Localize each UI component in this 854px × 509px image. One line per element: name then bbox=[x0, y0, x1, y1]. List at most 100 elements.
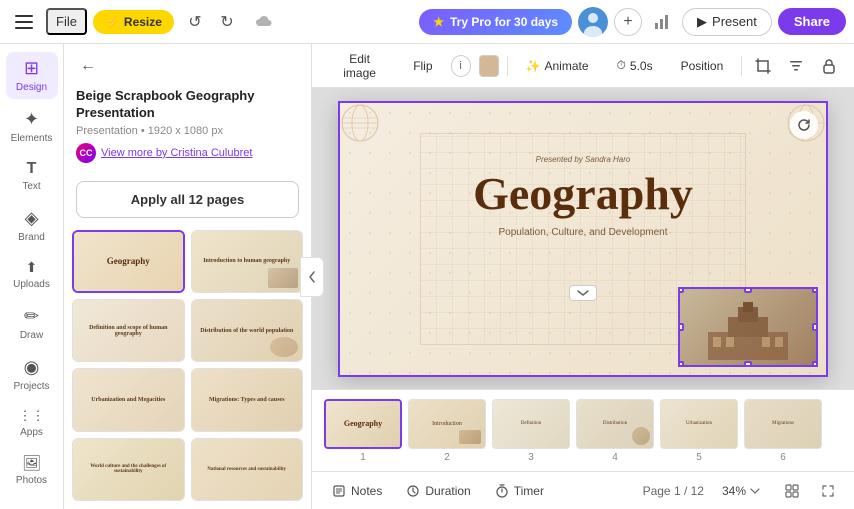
analytics-button[interactable] bbox=[648, 8, 676, 36]
color-swatch[interactable] bbox=[479, 55, 499, 77]
filmstrip-thumb-3[interactable]: Definition bbox=[492, 399, 570, 449]
sidebar-item-uploads[interactable]: ⬆ Uploads bbox=[6, 253, 58, 296]
filmstrip-item-2[interactable]: Introduction 2 bbox=[408, 399, 486, 463]
duration-button[interactable]: ⏱ 5.0s bbox=[607, 53, 663, 78]
user-avatar[interactable] bbox=[578, 7, 608, 37]
sidebar-item-design[interactable]: ⊞ Design bbox=[6, 52, 58, 99]
filmstrip-item-3[interactable]: Definition 3 bbox=[492, 399, 570, 463]
selection-handle-br[interactable] bbox=[812, 361, 818, 367]
selection-handle-r[interactable] bbox=[812, 323, 818, 331]
sidebar-item-elements[interactable]: ✦ Elements bbox=[6, 103, 58, 150]
notes-button[interactable]: Notes bbox=[324, 480, 390, 502]
resize-button[interactable]: ⚡ Resize bbox=[93, 10, 174, 34]
template-info: Beige Scrapbook Geography Presentation P… bbox=[64, 88, 311, 173]
page-info: Page 1 / 12 bbox=[643, 484, 704, 498]
refresh-icon bbox=[797, 118, 811, 132]
sidebar-item-brand[interactable]: ◈ Brand bbox=[6, 202, 58, 249]
panel-back-button[interactable]: ← bbox=[76, 54, 100, 78]
clock-icon: ⏱ bbox=[617, 58, 626, 73]
filmstrip-item-5[interactable]: Urbanization 5 bbox=[660, 399, 738, 463]
projects-icon: ◉ bbox=[24, 357, 40, 378]
main-area: ⊞ Design ✦ Elements T Text ◈ Brand ⬆ Upl… bbox=[0, 44, 854, 509]
crop-button[interactable] bbox=[750, 52, 775, 80]
author-link[interactable]: View more by Cristina Culubret bbox=[101, 147, 252, 159]
template-thumb-6[interactable]: Migrations: Types and causes bbox=[191, 368, 304, 431]
filmstrip-item-1[interactable]: Geography 1 bbox=[324, 399, 402, 463]
filmstrip-thumb-6[interactable]: Migrations bbox=[744, 399, 822, 449]
photos-icon: 🖼 bbox=[22, 454, 41, 472]
menu-button[interactable] bbox=[8, 6, 40, 38]
template-thumbnails: Geography Introduction to human geograph… bbox=[72, 230, 303, 501]
template-thumb-4[interactable]: Distribution of the world population bbox=[191, 299, 304, 362]
filmstrip: Geography 1 Introduction 2 Definition 3 bbox=[312, 389, 854, 471]
toolbar-divider-2 bbox=[741, 56, 742, 76]
flip-button[interactable]: Flip bbox=[403, 54, 442, 78]
brand-icon: ◈ bbox=[25, 208, 39, 229]
grid-view-button[interactable] bbox=[778, 477, 806, 505]
panel-content: Geography Introduction to human geograph… bbox=[64, 226, 311, 509]
template-thumb-3[interactable]: Definition and scope of human geography bbox=[72, 299, 185, 362]
canvas-viewport: 🗑 ⋯ bbox=[312, 88, 854, 389]
filter-button[interactable] bbox=[783, 52, 808, 80]
template-thumb-1[interactable]: Geography bbox=[72, 230, 185, 293]
try-pro-button[interactable]: ★ Try Pro for 30 days bbox=[419, 9, 572, 35]
zoom-level-button[interactable]: 34% bbox=[712, 480, 770, 502]
selected-image-element[interactable] bbox=[678, 287, 818, 367]
info-button[interactable]: i bbox=[451, 55, 471, 77]
filmstrip-thumb-1[interactable]: Geography bbox=[324, 399, 402, 449]
lock-button[interactable] bbox=[817, 52, 842, 80]
selection-handle-t[interactable] bbox=[744, 287, 752, 293]
present-button[interactable]: ▶ Present bbox=[682, 8, 772, 36]
panel-hide-button[interactable] bbox=[300, 257, 324, 297]
sidebar-item-text[interactable]: T Text bbox=[6, 154, 58, 198]
animate-button[interactable]: ✨ Animate bbox=[516, 54, 599, 78]
fullscreen-button[interactable] bbox=[814, 477, 842, 505]
undo-button[interactable]: ↺ bbox=[180, 7, 210, 37]
template-meta: Presentation • 1920 x 1080 px bbox=[76, 125, 299, 137]
sidebar-item-projects[interactable]: ◉ Projects bbox=[6, 351, 58, 398]
timer-button[interactable]: Timer bbox=[487, 480, 552, 502]
canvas-area: Edit image Flip i ✨ Animate ⏱ 5.0s Posit… bbox=[312, 44, 854, 509]
sidebar-item-apps[interactable]: ⋮⋮ Apps bbox=[6, 402, 58, 444]
canvas-refresh-button[interactable] bbox=[790, 111, 818, 139]
slide-subtitle: Population, Culture, and Development bbox=[340, 227, 826, 238]
panel-collapse-button[interactable] bbox=[569, 285, 597, 301]
edit-image-button[interactable]: Edit image bbox=[324, 47, 395, 85]
chevron-down-icon bbox=[750, 487, 760, 495]
filmstrip-thumb-5[interactable]: Urbanization bbox=[660, 399, 738, 449]
position-button[interactable]: Position bbox=[671, 54, 734, 78]
add-collaborator-button[interactable]: + bbox=[614, 8, 642, 36]
apps-icon: ⋮⋮ bbox=[19, 408, 45, 424]
template-thumb-8[interactable]: National resources and sustainability bbox=[191, 438, 304, 501]
canvas-slide[interactable]: 🗑 ⋯ bbox=[338, 101, 828, 377]
selection-handle-tr[interactable] bbox=[812, 287, 818, 293]
cloud-save-button[interactable] bbox=[248, 7, 278, 37]
selection-handle-bl[interactable] bbox=[678, 361, 684, 367]
filmstrip-thumb-4[interactable]: Distribution bbox=[576, 399, 654, 449]
template-thumb-5[interactable]: Urbanization and Megacities bbox=[72, 368, 185, 431]
panel-header: ← bbox=[64, 44, 311, 88]
crop-icon bbox=[755, 58, 771, 74]
filter-icon bbox=[788, 58, 804, 74]
filmstrip-item-4[interactable]: Distribution 4 bbox=[576, 399, 654, 463]
slide-presented-by: Presented by Sandra Haro bbox=[340, 155, 826, 164]
filmstrip-thumb-2[interactable]: Introduction bbox=[408, 399, 486, 449]
selection-handle-tl[interactable] bbox=[678, 287, 684, 293]
template-thumb-7[interactable]: World culture and the challenges of sust… bbox=[72, 438, 185, 501]
template-title: Beige Scrapbook Geography Presentation bbox=[76, 88, 299, 122]
duration-button[interactable]: Duration bbox=[398, 480, 478, 502]
redo-button[interactable]: ↻ bbox=[212, 7, 242, 37]
file-button[interactable]: File bbox=[46, 8, 87, 35]
sidebar-item-draw[interactable]: ✏ Draw bbox=[6, 300, 58, 347]
apply-all-button[interactable]: Apply all 12 pages bbox=[76, 181, 299, 218]
sparkle-icon: ✨ bbox=[526, 59, 541, 73]
selection-handle-b[interactable] bbox=[744, 361, 752, 367]
top-bar-right: ★ Try Pro for 30 days + ▶ Present Share bbox=[419, 7, 846, 37]
selection-handle-l[interactable] bbox=[678, 323, 684, 331]
sidebar-item-photos[interactable]: 🖼 Photos bbox=[6, 448, 58, 492]
filmstrip-item-6[interactable]: Migrations 6 bbox=[744, 399, 822, 463]
share-button[interactable]: Share bbox=[778, 8, 846, 35]
template-thumb-2[interactable]: Introduction to human geography bbox=[191, 230, 304, 293]
fullscreen-icon bbox=[821, 484, 835, 498]
avatar-image bbox=[578, 7, 608, 37]
